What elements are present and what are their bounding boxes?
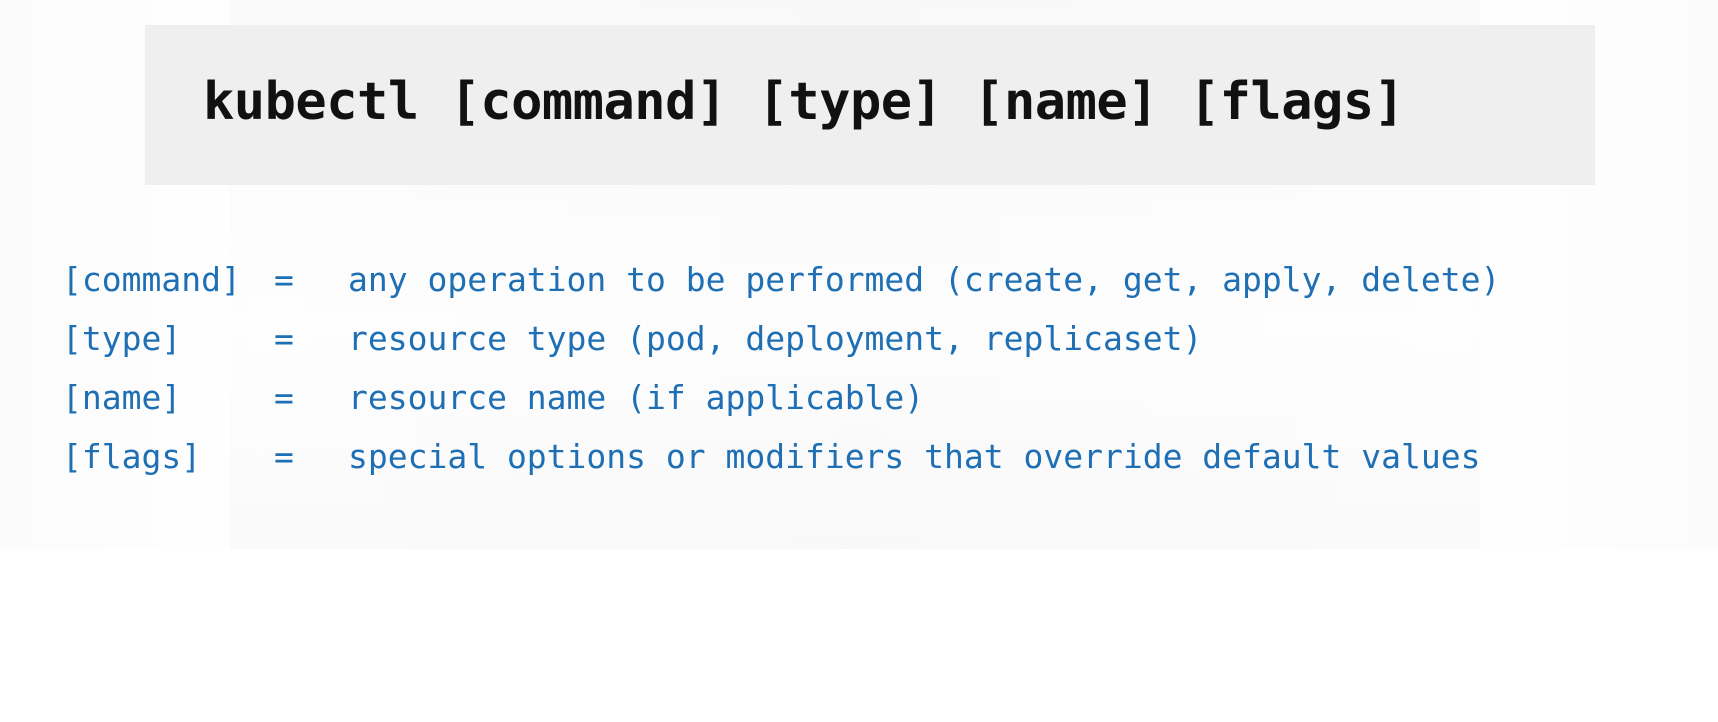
definition-term: [type] <box>62 319 182 358</box>
definition-row-flags: [flags] = special options or modifiers t… <box>62 427 1480 486</box>
definition-equals: = <box>274 437 294 476</box>
definition-term: [command] <box>62 260 241 299</box>
definition-row-name: [name] = resource name (if applicable) <box>62 368 924 427</box>
definition-description: any operation to be performed (create, g… <box>348 260 1501 299</box>
definition-term: [name] <box>62 378 182 417</box>
definition-equals: = <box>274 378 294 417</box>
definition-row-type: [type] = resource type (pod, deployment,… <box>62 309 1202 368</box>
definition-equals: = <box>274 319 294 358</box>
definition-description: resource type (pod, deployment, replicas… <box>348 319 1203 358</box>
syntax-banner: kubectl [command] [type] [name] [flags] <box>145 25 1595 185</box>
kubectl-syntax-line: kubectl [command] [type] [name] [flags] <box>203 72 1405 132</box>
definitions-list: [command] = any operation to be performe… <box>62 250 1500 486</box>
definition-row-command: [command] = any operation to be performe… <box>62 250 1500 309</box>
definition-term: [flags] <box>62 437 202 476</box>
definition-description: resource name (if applicable) <box>348 378 925 417</box>
definition-description: special options or modifiers that overri… <box>348 437 1481 476</box>
definition-equals: = <box>274 260 294 299</box>
